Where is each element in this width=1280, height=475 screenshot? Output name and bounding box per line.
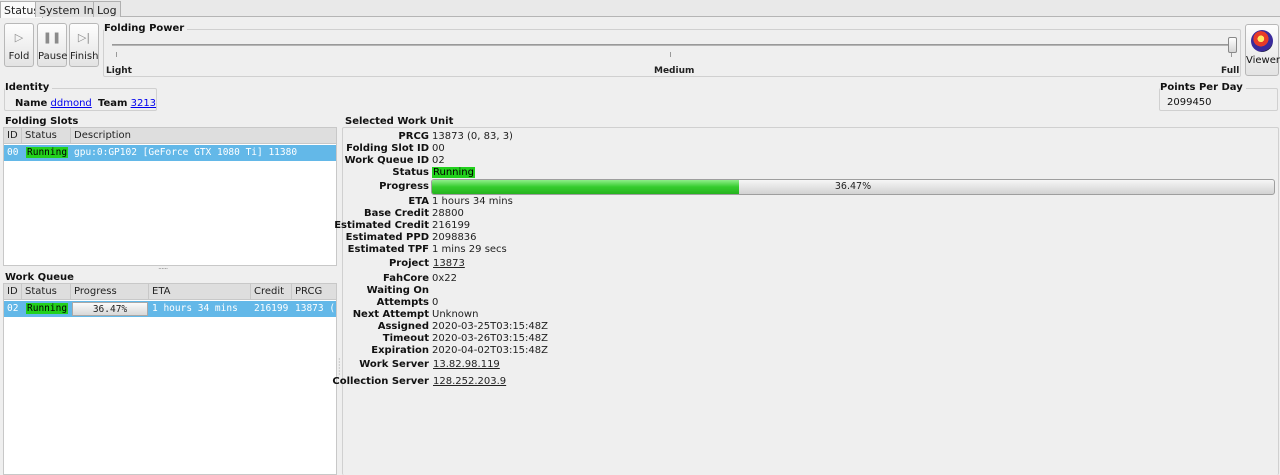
slot-id-label: Folding Slot ID <box>346 143 429 154</box>
next-attempt-value: Unknown <box>432 309 479 320</box>
waiting-on-label: Waiting On <box>366 285 429 296</box>
user-name-link[interactable]: ddmond <box>51 98 92 109</box>
base-credit-label: Base Credit <box>363 208 429 219</box>
slider-handle[interactable] <box>1228 37 1237 53</box>
queue-credit: 216199 <box>254 303 289 314</box>
fold-label: Fold <box>8 51 30 62</box>
identity-row: Name ddmond Team 3213 <box>15 98 156 109</box>
team-link[interactable]: 3213 <box>131 98 156 109</box>
status-badge: Running <box>26 303 69 314</box>
collection-server-link[interactable]: 128.252.203.9 <box>433 376 506 387</box>
viewer-label: Viewer <box>1246 55 1280 66</box>
pause-icon: ❚❚ <box>42 31 62 44</box>
finish-label: Finish <box>70 51 99 62</box>
column-header[interactable]: Progress <box>71 284 149 300</box>
timeout-value: 2020-03-26T03:15:48Z <box>432 333 548 344</box>
project-link[interactable]: 13873 <box>433 258 465 269</box>
work-queue-title: Work Queue <box>5 272 77 283</box>
team-label: Team <box>97 98 128 109</box>
base-credit-value: 28800 <box>432 208 464 219</box>
fahcore-value: 0x22 <box>432 273 458 284</box>
fold-button[interactable]: ▷ Fold <box>4 23 34 67</box>
finish-button[interactable]: ▷| Finish <box>69 23 99 67</box>
attempts-label: Attempts <box>376 297 429 308</box>
identity-title: Identity <box>5 82 53 93</box>
pause-button[interactable]: ❚❚ Pause <box>37 23 67 67</box>
column-header[interactable]: ID <box>4 128 22 144</box>
estimated-ppd-value: 2098836 <box>432 232 477 243</box>
estimated-credit-label: Estimated Credit <box>334 220 429 231</box>
assigned-value: 2020-03-25T03:15:48Z <box>432 321 548 332</box>
fahcore-label: FahCore <box>382 273 429 284</box>
collection-server-label: Collection Server <box>332 376 429 387</box>
estimated-tpf-value: 1 mins 29 secs <box>432 244 507 255</box>
column-header[interactable]: Description <box>71 128 336 144</box>
slider-label-full: Full <box>1221 66 1240 76</box>
splitter-handle[interactable]: ...... <box>158 262 168 271</box>
column-header[interactable]: Status <box>22 128 71 144</box>
slot-description: gpu:0:GP102 [GeForce GTX 1080 Ti] 11380 <box>74 147 298 158</box>
tab-log[interactable]: Log <box>93 1 121 17</box>
assigned-label: Assigned <box>377 321 429 332</box>
expiration-value: 2020-04-02T03:15:48Z <box>432 345 548 356</box>
slider-tick <box>670 52 671 57</box>
slider-label-medium: Medium <box>654 66 695 76</box>
eta-label: ETA <box>408 196 429 207</box>
play-icon: ▷ <box>14 31 24 44</box>
status-label: Status <box>392 167 429 178</box>
protein-viewer-icon <box>1251 30 1273 52</box>
slot-id: 00 <box>7 147 19 158</box>
prcg-label: PRCG <box>398 131 429 142</box>
folding-power-slider[interactable] <box>112 44 1236 46</box>
slider-label-light: Light <box>106 66 132 76</box>
progress-text: 36.47% <box>834 181 872 192</box>
ppd-title: Points Per Day <box>1160 82 1246 93</box>
ppd-value: 2099450 <box>1167 97 1212 108</box>
column-header[interactable]: ID <box>4 284 22 300</box>
name-label: Name <box>15 98 48 109</box>
folding-slots-title: Folding Slots <box>5 116 82 127</box>
next-attempt-label: Next Attempt <box>352 309 429 320</box>
queue-id: 02 <box>7 303 19 314</box>
work-server-label: Work Server <box>359 359 429 370</box>
table-header: ID Status Description <box>4 128 336 144</box>
finish-icon: ▷| <box>77 31 91 44</box>
viewer-button[interactable]: Viewer <box>1245 24 1280 76</box>
folding-slots-table: ID Status Description 00 Running gpu:0:G… <box>3 127 337 266</box>
slider-tick <box>116 52 117 57</box>
work-queue-id-label: Work Queue ID <box>344 155 429 166</box>
estimated-tpf-label: Estimated TPF <box>347 244 429 255</box>
expiration-label: Expiration <box>371 345 429 356</box>
table-row[interactable]: 02 Running 36.47% 1 hours 34 mins 216199… <box>4 301 336 317</box>
status-badge: Running <box>26 147 69 158</box>
eta-value: 1 hours 34 mins <box>432 196 513 207</box>
pause-label: Pause <box>38 51 68 62</box>
folding-power-title: Folding Power <box>104 23 188 34</box>
timeout-label: Timeout <box>382 333 429 344</box>
estimated-ppd-label: Estimated PPD <box>345 232 429 243</box>
table-header: ID Status Progress ETA Credit PRCG <box>4 284 336 300</box>
progress-label: Progress <box>379 181 429 192</box>
status-badge: Running <box>432 167 475 178</box>
tab-bar: Status System Info Log <box>0 0 1280 18</box>
project-label: Project <box>388 258 429 269</box>
prcg-value: 13873 (0, 83, 3) <box>432 131 513 142</box>
work-queue-id-value: 02 <box>432 155 445 166</box>
selected-work-unit-title: Selected Work Unit <box>345 116 457 127</box>
column-header[interactable]: Status <box>22 284 71 300</box>
column-header[interactable]: ETA <box>149 284 251 300</box>
attempts-value: 0 <box>432 297 439 308</box>
column-header[interactable]: Credit <box>251 284 292 300</box>
estimated-credit-value: 216199 <box>432 220 471 231</box>
work-server-link[interactable]: 13.82.98.119 <box>433 359 500 370</box>
table-row[interactable]: 00 Running gpu:0:GP102 [GeForce GTX 1080… <box>4 145 336 161</box>
work-queue-table: ID Status Progress ETA Credit PRCG 02 Ru… <box>3 283 337 475</box>
slot-id-value: 00 <box>432 143 445 154</box>
queue-eta: 1 hours 34 mins <box>152 303 238 314</box>
queue-progress: 36.47% <box>72 302 148 316</box>
progress-bar: 36.47% <box>431 179 1275 195</box>
